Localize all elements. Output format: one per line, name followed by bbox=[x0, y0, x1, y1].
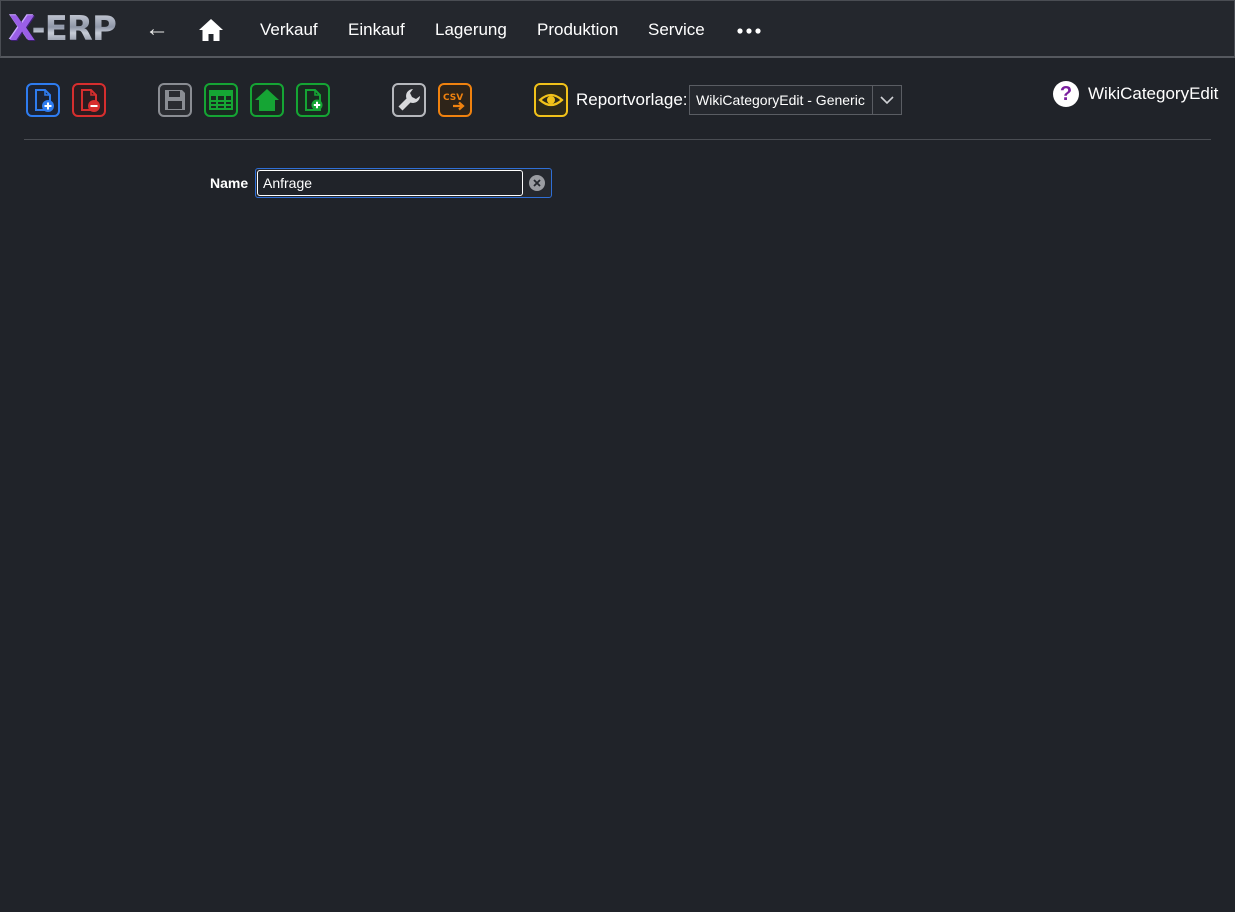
name-input[interactable] bbox=[257, 170, 523, 196]
page-title: WikiCategoryEdit bbox=[1088, 84, 1219, 103]
csv-export-button[interactable]: CSV bbox=[438, 83, 472, 117]
nav-item-verkauf[interactable]: Verkauf bbox=[260, 19, 318, 41]
save-icon bbox=[165, 90, 185, 110]
help-icon[interactable]: ? bbox=[1053, 81, 1079, 107]
home-icon[interactable] bbox=[198, 17, 224, 43]
svg-text:CSV: CSV bbox=[443, 93, 463, 103]
app-logo[interactable]: X-ERP bbox=[9, 9, 117, 49]
toolbar-divider bbox=[24, 139, 1211, 140]
back-arrow-icon[interactable]: ← bbox=[144, 15, 170, 43]
nav-item-lagerung[interactable]: Lagerung bbox=[435, 19, 507, 41]
new-record-button[interactable] bbox=[26, 83, 60, 117]
nav-item-einkauf[interactable]: Einkauf bbox=[348, 19, 405, 41]
logo-text: -ERP bbox=[31, 9, 116, 49]
add-document-icon bbox=[305, 89, 323, 111]
top-navigation-bar: X-ERP ← Verkauf Einkauf Lagerung Produkt… bbox=[0, 0, 1235, 58]
csv-export-icon: CSV bbox=[443, 93, 465, 111]
clear-input-icon[interactable] bbox=[529, 175, 545, 191]
wrench-icon bbox=[398, 89, 420, 111]
go-up-button[interactable] bbox=[250, 83, 284, 117]
table-icon bbox=[209, 90, 233, 110]
delete-record-button[interactable] bbox=[72, 83, 106, 117]
new-document-icon bbox=[35, 89, 54, 112]
nav-item-produktion[interactable]: Produktion bbox=[537, 19, 618, 41]
report-template-label: Reportvorlage: bbox=[576, 90, 688, 109]
name-field-label: Name bbox=[210, 175, 249, 191]
nav-item-service[interactable]: Service bbox=[648, 19, 705, 41]
name-field-wrapper bbox=[255, 168, 552, 198]
settings-button[interactable] bbox=[392, 83, 426, 117]
add-record-button[interactable] bbox=[296, 83, 330, 117]
report-template-value: WikiCategoryEdit - Generic bbox=[696, 92, 865, 108]
logo-x: X bbox=[9, 9, 32, 49]
more-menu-icon[interactable] bbox=[736, 24, 762, 36]
preview-button[interactable] bbox=[534, 83, 568, 117]
delete-document-icon bbox=[81, 89, 100, 112]
home-up-icon bbox=[255, 89, 279, 111]
chevron-down-icon[interactable] bbox=[872, 86, 901, 114]
save-button[interactable] bbox=[158, 83, 192, 117]
table-view-button[interactable] bbox=[204, 83, 238, 117]
report-template-select[interactable]: WikiCategoryEdit - Generic bbox=[689, 85, 902, 115]
preview-eye-icon bbox=[538, 93, 564, 107]
